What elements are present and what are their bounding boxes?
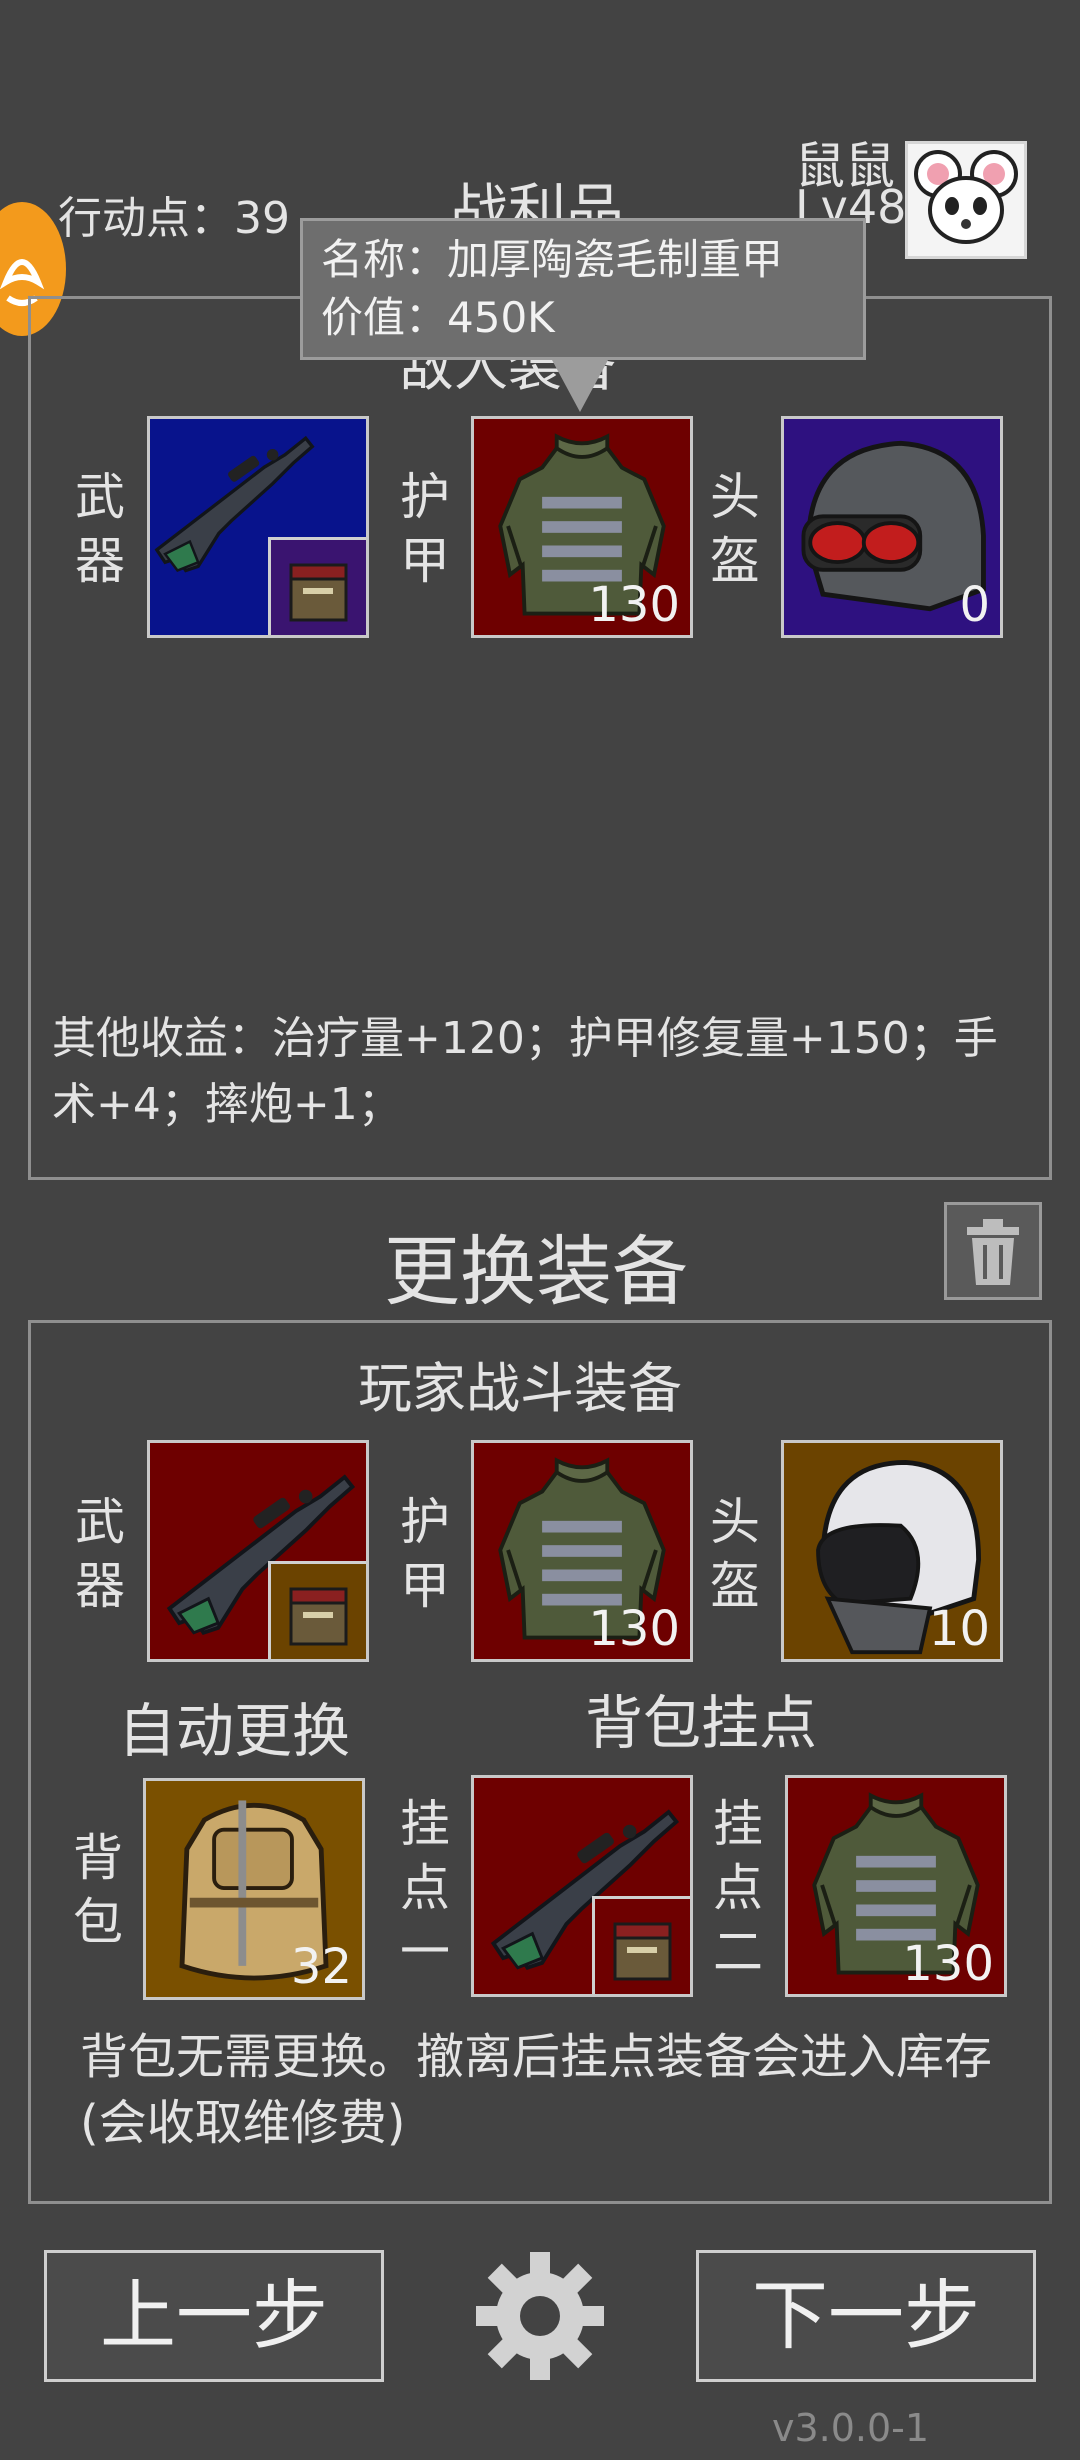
tooltip-name-value: 加厚陶瓷毛制重甲 [447,235,784,284]
ammo-box-icon [289,1587,348,1646]
attach-two-label: 挂点二 [713,1795,763,1981]
loot-armor-slot[interactable]: 130 [471,416,693,638]
loot-armor-count: 130 [588,577,680,633]
backpack-slot[interactable]: 32 [143,1778,365,2000]
player-helmet-count: 10 [928,1601,990,1657]
player-helmet-label: 头盔 [710,1493,760,1615]
action-points: 行动点：39 [58,182,290,246]
attach-one-label: 挂点一 [400,1795,450,1981]
gear-icon [476,2252,604,2380]
player-armor-label: 护甲 [400,1493,450,1615]
ammo-slot[interactable] [268,537,366,635]
tooltip-value-label: 价值： [321,293,448,342]
avatar[interactable] [905,141,1027,259]
player-helmet-slot[interactable]: 10 [781,1440,1003,1662]
attachment-title: 背包挂点 [585,1689,818,1757]
tooltip-pointer [552,360,608,412]
trash-icon [967,1219,1019,1285]
loot-helmet-label: 头盔 [710,468,760,590]
other-gains: 其他收益：治疗量+120；护甲修复量+150；手术+4；摔炮+1； [52,1013,998,1130]
next-button[interactable]: 下一步 [696,2250,1036,2382]
player-weapon-label: 武器 [75,1493,125,1615]
next-button-label: 下一步 [752,2271,980,2360]
player-armor-slot[interactable]: 130 [471,1440,693,1662]
trash-button[interactable] [944,1202,1042,1300]
prev-button[interactable]: 上一步 [44,2250,384,2382]
item-tooltip: 名称：加厚陶瓷毛制重甲 价值：450K [300,218,866,360]
attach-one-ammo-slot[interactable] [592,1896,690,1994]
player-weapon-slot[interactable] [147,1440,369,1662]
tooltip-name-label: 名称： [321,235,448,284]
tooltip-value-value: 450K [447,293,555,342]
loot-weapon-slot[interactable] [147,416,369,638]
action-points-label: 行动点： [58,193,234,244]
swap-title: 更换装备 [384,1227,688,1316]
prev-button-label: 上一步 [100,2271,328,2360]
loot-armor-label: 护甲 [400,468,450,590]
attach-one-slot[interactable] [471,1775,693,1997]
tooltip-value-row: 价值：450K [321,289,845,347]
action-points-value: 39 [234,193,290,244]
settings-button[interactable] [472,2248,608,2384]
player-armor-count: 130 [588,1601,680,1657]
attach-two-count: 130 [902,1936,994,1992]
player-ammo-slot[interactable] [268,1561,366,1659]
ammo-box-icon [613,1922,672,1981]
backpack-count: 32 [290,1939,352,1995]
auto-swap-label[interactable]: 自动更换 [118,1684,350,1768]
player-panel-title: 玩家战斗装备 [358,1357,682,1420]
white-mouse-avatar-icon [914,150,1018,244]
loot-weapon-label: 武器 [75,468,125,590]
ammo-box-icon [289,563,348,622]
loot-helmet-slot[interactable]: 0 [781,416,1003,638]
loot-helmet-count: 0 [959,577,990,633]
tooltip-name-row: 名称：加厚陶瓷毛制重甲 [321,231,845,289]
backpack-label: 背包 [73,1829,123,1951]
attach-two-slot[interactable]: 130 [785,1775,1007,1997]
version-label: v3.0.0-1 [772,2406,930,2450]
backpack-note: 背包无需更换。撤离后挂点装备会进入库存(会收取维修费) [80,2029,993,2151]
